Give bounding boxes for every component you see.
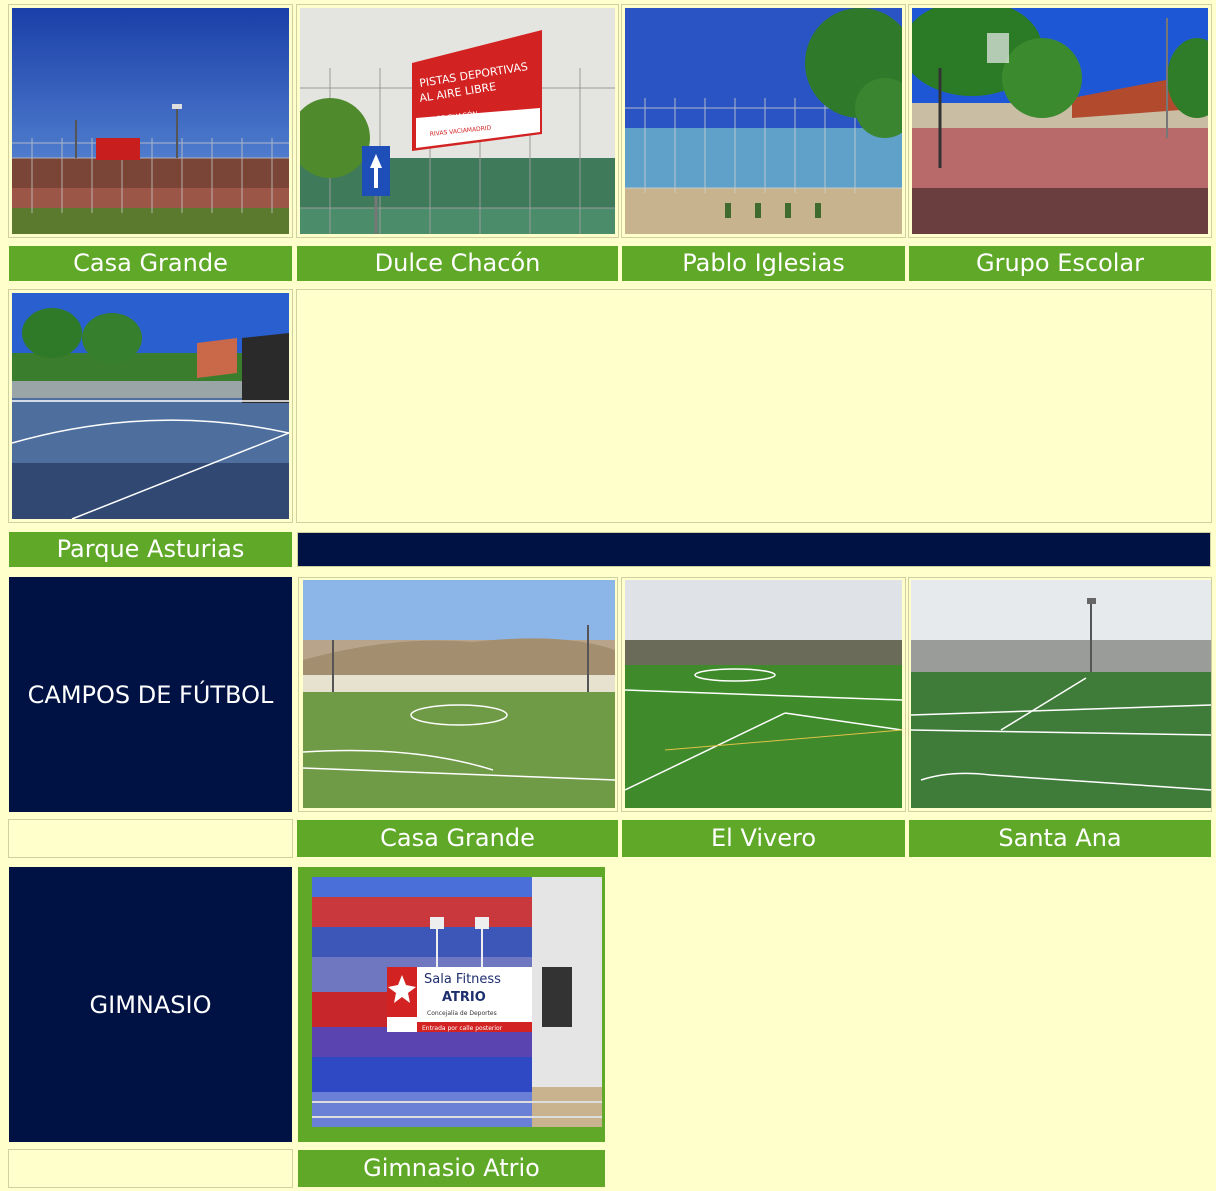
pista-label-grupo-escolar[interactable]: Grupo Escolar [909,246,1211,281]
photo-casa-grande-pista [12,8,289,234]
pista-label-pablo-iglesias[interactable]: Pablo Iglesias [622,246,905,281]
photo-cell-casa-grande-pista [8,4,293,238]
photo-gimnasio-atrio: Sala Fitness ATRIO Concejalía de Deporte… [312,877,602,1127]
photo-campo-casa-grande [303,580,615,808]
photo-pablo-iglesias [625,8,902,234]
photo-cell-el-vivero [621,577,906,812]
campo-label-santa-ana[interactable]: Santa Ana [909,820,1211,857]
photo-parque-asturias [12,293,289,519]
pista-label-casa-grande[interactable]: Casa Grande [9,246,292,281]
empty-cell-campos-label [8,819,293,858]
empty-cell-gimnasio-label [8,1149,293,1188]
photo-santa-ana [911,580,1211,808]
svg-text:ATRIO: ATRIO [442,990,486,1005]
svg-text:Sala Fitness: Sala Fitness [424,972,501,987]
photo-cell-gimnasio-atrio: Sala Fitness ATRIO Concejalía de Deporte… [298,867,605,1142]
photo-grupo-escolar [912,8,1208,234]
photo-dulce-chacon: PISTAS DEPORTIVAS AL AIRE LIBRE DULCE CH… [300,8,615,234]
pista-label-dulce-chacon[interactable]: Dulce Chacón [297,246,618,281]
section-title-gimnasio: GIMNASIO [9,867,292,1142]
photo-cell-grupo-escolar [908,4,1212,238]
photo-cell-santa-ana [908,577,1212,812]
section-title-campos: CAMPOS DE FÚTBOL [9,577,292,812]
campo-label-el-vivero[interactable]: El Vivero [622,820,905,857]
photo-cell-parque-asturias [8,289,293,523]
photo-cell-dulce-chacon: PISTAS DEPORTIVAS AL AIRE LIBRE DULCE CH… [296,4,619,238]
pista-label-parque-asturias[interactable]: Parque Asturias [9,532,292,567]
photo-el-vivero [625,580,902,808]
empty-panel-row2 [296,289,1212,523]
section-divider-bar [297,532,1211,567]
photo-cell-campo-casa-grande [298,577,618,812]
gimnasio-label-atrio[interactable]: Gimnasio Atrio [298,1150,605,1187]
svg-text:Entrada por calle posterior: Entrada por calle posterior [422,1025,503,1032]
campo-label-casa-grande[interactable]: Casa Grande [297,820,618,857]
svg-text:Concejalía de Deportes: Concejalía de Deportes [427,1010,497,1017]
photo-cell-pablo-iglesias [621,4,906,238]
